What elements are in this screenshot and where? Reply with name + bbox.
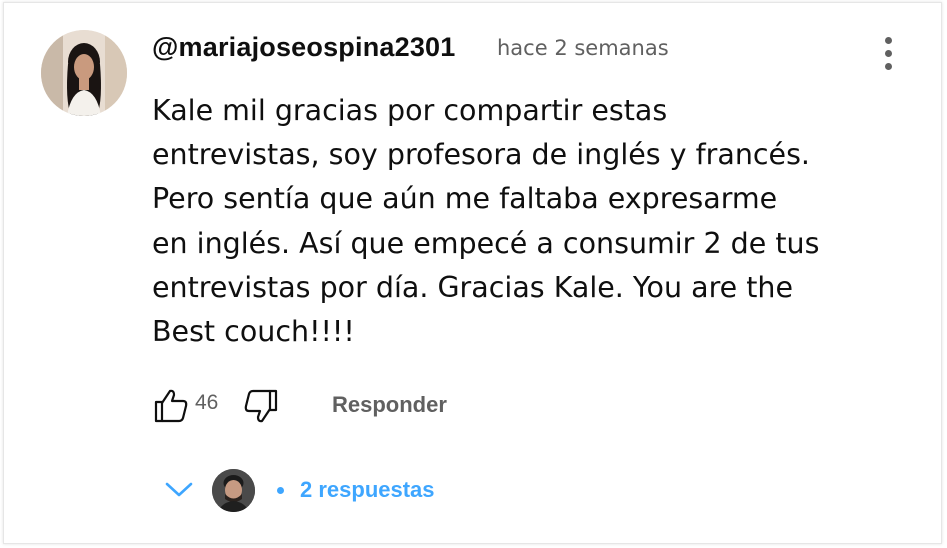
view-replies-button[interactable]: 2 respuestas bbox=[162, 467, 462, 515]
dislike-button[interactable] bbox=[240, 386, 280, 426]
like-button[interactable] bbox=[152, 386, 192, 426]
comment-card: @mariajoseospina2301 hace 2 semanas Kale… bbox=[3, 2, 942, 544]
new-replies-dot bbox=[277, 487, 284, 494]
like-count: 46 bbox=[195, 391, 219, 414]
thumb-up-icon bbox=[154, 389, 188, 423]
replier-avatar bbox=[212, 469, 255, 512]
replies-count-label[interactable]: 2 respuestas bbox=[300, 477, 435, 503]
thumb-down-icon bbox=[244, 389, 278, 423]
more-vert-icon-dot bbox=[885, 50, 892, 57]
more-vert-icon-dot bbox=[885, 63, 892, 70]
more-actions-button[interactable] bbox=[872, 33, 906, 73]
chevron-down-icon bbox=[165, 482, 193, 497]
author-avatar-image bbox=[41, 30, 127, 116]
replier-avatar-image bbox=[212, 469, 255, 512]
comment-author[interactable]: @mariajoseospina2301 bbox=[152, 32, 455, 63]
comment-body: Kale mil gracias por compartir estas ent… bbox=[152, 94, 820, 349]
more-vert-icon bbox=[885, 37, 892, 44]
author-avatar[interactable] bbox=[41, 30, 127, 116]
reply-button[interactable]: Responder bbox=[332, 392, 447, 418]
comment-timestamp[interactable]: hace 2 semanas bbox=[497, 36, 669, 60]
